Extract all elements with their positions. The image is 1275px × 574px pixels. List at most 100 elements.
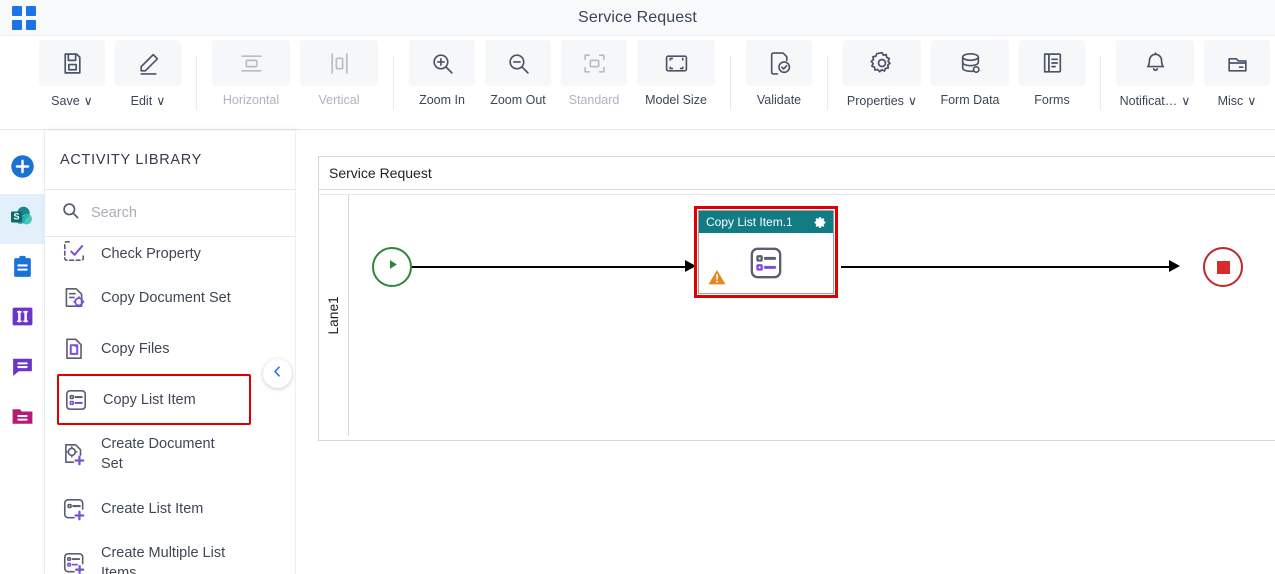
notifications-button-label: Notificat… bbox=[1119, 93, 1178, 108]
rail-item-add[interactable] bbox=[0, 144, 45, 194]
rail-item-columns[interactable] bbox=[0, 294, 45, 344]
gear-icon[interactable] bbox=[814, 216, 827, 229]
warning-triangle-icon bbox=[707, 268, 727, 286]
lane-body[interactable]: Copy List Item.1 bbox=[349, 195, 1275, 436]
list-item-copy-document-set[interactable]: Copy Document Set bbox=[45, 272, 295, 323]
app-launcher-grid-icon[interactable] bbox=[12, 6, 36, 30]
search-input[interactable] bbox=[91, 205, 261, 221]
forms-document-icon bbox=[1019, 40, 1085, 86]
lane-label-text: Lane1 bbox=[326, 296, 341, 335]
save-button[interactable]: Save ∨ bbox=[34, 36, 110, 108]
horizontal-button[interactable]: Horizontal bbox=[207, 36, 295, 107]
forms-button-label: Forms bbox=[1034, 93, 1070, 107]
list-item-copy-list-item[interactable]: Copy List Item bbox=[57, 374, 251, 425]
panel-heading: ACTIVITY LIBRARY bbox=[60, 152, 203, 168]
plus-circle-icon bbox=[9, 153, 36, 185]
list-item-label: Copy Document Set bbox=[101, 289, 231, 306]
validate-button[interactable]: Validate bbox=[741, 36, 817, 107]
zoom-in-icon bbox=[409, 40, 475, 86]
horizontal-button-label: Horizontal bbox=[222, 93, 280, 107]
edit-button[interactable]: Edit ∨ bbox=[110, 36, 186, 108]
list-item-copy-files[interactable]: Copy Files bbox=[45, 323, 295, 374]
left-rail: S bbox=[0, 131, 45, 574]
panel-collapse-button[interactable] bbox=[263, 359, 292, 388]
check-property-icon bbox=[61, 238, 87, 264]
activity-library-panel: ACTIVITY LIBRARY Check Property Copy Doc… bbox=[45, 131, 295, 574]
toolbar-divider bbox=[730, 55, 731, 110]
properties-button[interactable]: Properties ∨ bbox=[838, 36, 926, 108]
toolbar-group-file: Save ∨ Edit ∨ bbox=[0, 36, 186, 108]
chevron-down-icon: ∨ bbox=[907, 94, 918, 108]
rail-item-folder[interactable] bbox=[0, 394, 45, 444]
save-button-label: Save bbox=[51, 93, 80, 108]
copy-document-set-icon bbox=[61, 285, 87, 311]
toolbar-group-misc: Notificat… ∨ Misc ∨ bbox=[1111, 36, 1275, 108]
rail-item-tasks[interactable] bbox=[0, 244, 45, 294]
clipboard-list-icon bbox=[10, 254, 35, 284]
model-size-icon bbox=[637, 40, 715, 86]
gear-properties-icon bbox=[843, 40, 921, 86]
process-pool: Service Request Lane1 Copy List Item.1 bbox=[318, 156, 1275, 441]
model-size-button[interactable]: Model Size bbox=[632, 36, 720, 107]
activity-list: Check Property Copy Document Set Copy Fi… bbox=[45, 226, 295, 574]
standard-button[interactable]: Standard bbox=[556, 36, 632, 107]
pencil-edit-icon bbox=[115, 40, 181, 86]
misc-button[interactable]: Misc ∨ bbox=[1199, 36, 1275, 108]
forms-button[interactable]: Forms bbox=[1014, 36, 1090, 107]
toolbar-group-validate: Validate bbox=[741, 36, 817, 107]
validate-check-icon bbox=[746, 40, 812, 86]
horizontal-layout-icon bbox=[212, 40, 290, 86]
create-multiple-list-items-icon bbox=[61, 550, 87, 574]
list-item-label: Copy Files bbox=[101, 340, 170, 357]
pool-title: Service Request bbox=[319, 157, 1275, 190]
toolbar-divider bbox=[827, 55, 828, 110]
list-item-create-document-set[interactable]: Create Document Set bbox=[45, 425, 295, 483]
copy-files-icon bbox=[61, 336, 87, 362]
notifications-button[interactable]: Notificat… ∨ bbox=[1111, 36, 1199, 108]
copy-list-item-icon bbox=[746, 243, 786, 283]
misc-folder-icon bbox=[1204, 40, 1270, 86]
rail-item-sharepoint[interactable]: S bbox=[0, 194, 45, 244]
model-size-button-label: Model Size bbox=[645, 93, 707, 107]
vertical-button[interactable]: Vertical bbox=[295, 36, 383, 107]
create-list-item-icon bbox=[61, 496, 87, 522]
end-event[interactable] bbox=[1203, 247, 1243, 287]
list-item-label: Copy List Item bbox=[103, 391, 196, 408]
vertical-layout-icon bbox=[300, 40, 378, 86]
rail-item-comments[interactable] bbox=[0, 344, 45, 394]
title-bar: Service Request bbox=[0, 0, 1275, 36]
toolbar-group-config: Properties ∨ Form Data Forms bbox=[838, 36, 1090, 108]
activity-node-copy-list-item[interactable]: Copy List Item.1 bbox=[694, 206, 838, 298]
zoom-out-icon bbox=[485, 40, 551, 86]
form-data-button-label: Form Data bbox=[940, 93, 1000, 107]
list-item-create-multiple-list-items[interactable]: Create Multiple List Items bbox=[45, 534, 295, 574]
workflow-canvas[interactable]: Service Request Lane1 Copy List Item.1 bbox=[295, 131, 1275, 574]
toolbar-divider bbox=[393, 55, 394, 110]
form-data-button[interactable]: Form Data bbox=[926, 36, 1014, 107]
columns-icon bbox=[10, 304, 35, 334]
activity-header: Copy List Item.1 bbox=[699, 211, 833, 233]
chevron-down-icon: ∨ bbox=[1181, 94, 1191, 108]
chat-bubble-icon bbox=[10, 354, 35, 384]
chevron-left-icon bbox=[271, 365, 284, 383]
database-form-data-icon bbox=[931, 40, 1009, 86]
toolbar-divider bbox=[1100, 55, 1101, 110]
page-title: Service Request bbox=[578, 8, 697, 26]
activity-title: Copy List Item.1 bbox=[706, 215, 793, 229]
zoom-out-button[interactable]: Zoom Out bbox=[480, 36, 556, 107]
toolbar-divider bbox=[196, 55, 197, 110]
list-item-create-list-item[interactable]: Create List Item bbox=[45, 483, 295, 534]
svg-text:S: S bbox=[13, 211, 19, 221]
toolbar-group-zoom: Zoom In Zoom Out Standard Model Size bbox=[404, 36, 720, 107]
list-item-label: Check Property bbox=[101, 246, 201, 262]
start-event[interactable] bbox=[372, 247, 412, 287]
panel-header: ACTIVITY LIBRARY bbox=[45, 131, 295, 190]
standard-size-icon bbox=[561, 40, 627, 86]
list-item-label: Create Multiple List Items bbox=[101, 545, 226, 574]
copy-list-item-icon bbox=[63, 387, 89, 413]
bell-notification-icon bbox=[1116, 40, 1194, 86]
activity-body bbox=[699, 233, 833, 293]
zoom-in-button[interactable]: Zoom In bbox=[404, 36, 480, 107]
toolbar-group-layout: Horizontal Vertical bbox=[207, 36, 383, 107]
search-row bbox=[45, 190, 295, 237]
